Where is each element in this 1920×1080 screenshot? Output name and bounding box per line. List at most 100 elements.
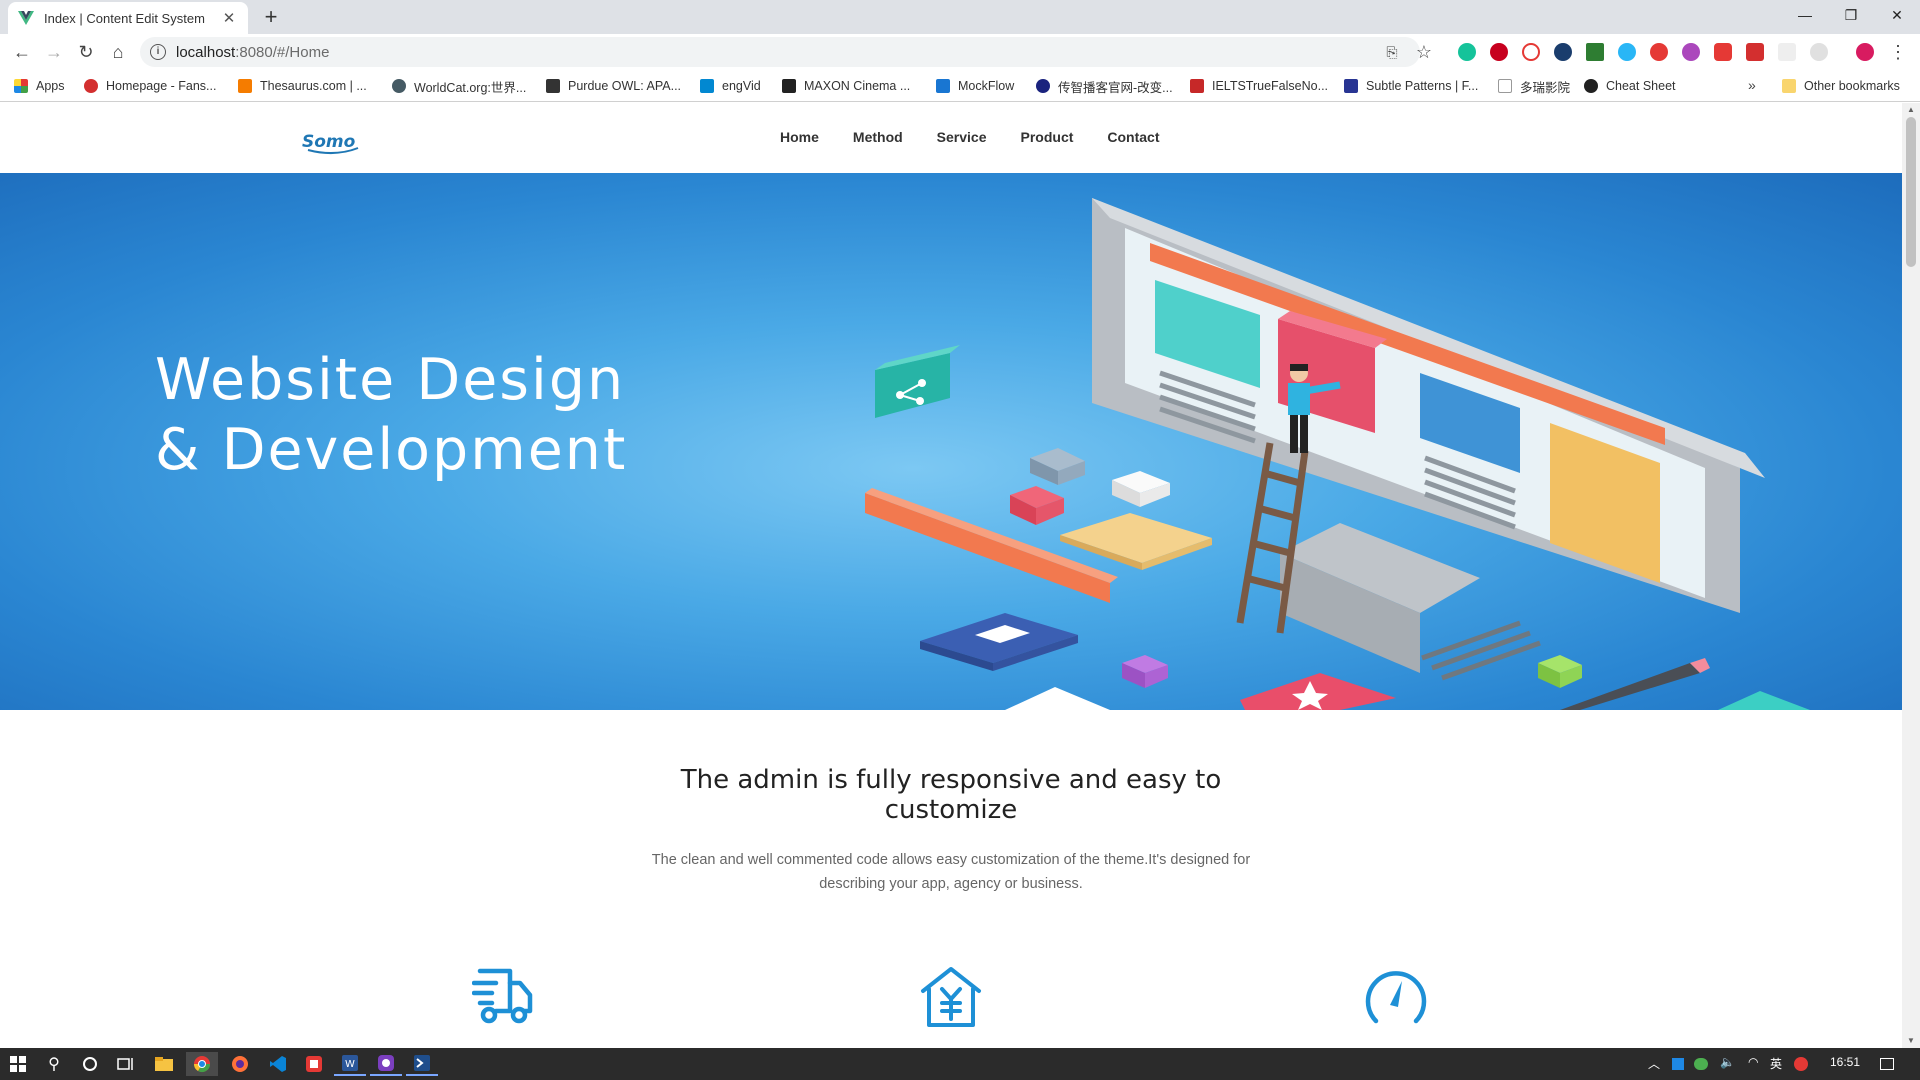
browser-toolbar: ← → ↻ ⌂ i localhost:8080/#/Home ⎘ ☆ ⋮ — [0, 34, 1920, 70]
bookmarks-bar: Apps Homepage - Fans... Thesaurus.com | … — [0, 70, 1920, 102]
window-minimize-button[interactable]: — — [1782, 0, 1828, 30]
browser-menu-icon[interactable]: ⋮ — [1884, 38, 1912, 66]
nav-contact[interactable]: Contact — [1107, 125, 1159, 149]
bookmark-favicon — [1584, 79, 1598, 93]
recorder-extension-icon[interactable] — [1522, 43, 1540, 61]
site-info-icon[interactable]: i — [150, 44, 166, 60]
site-header: Somo Home Method Service Product Contact — [0, 103, 1902, 173]
home-icon[interactable]: ⌂ — [104, 38, 132, 66]
shield-extension-icon[interactable] — [1650, 43, 1668, 61]
bookmark-item[interactable]: Purdue OWL: APA... — [546, 77, 681, 95]
yuan-house-icon — [921, 967, 981, 1027]
bluetooth-tray-icon[interactable] — [1672, 1058, 1684, 1070]
bookmark-item[interactable]: MAXON Cinema ... — [782, 77, 910, 95]
bookmark-favicon — [1190, 79, 1204, 93]
bookmark-item[interactable]: Homepage - Fans... — [84, 77, 216, 95]
bookmark-item[interactable]: Subtle Patterns | F... — [1344, 77, 1478, 95]
tab-close-icon[interactable]: ✕ — [220, 9, 238, 27]
bookmark-item[interactable]: MockFlow — [936, 77, 1014, 95]
profile-avatar[interactable] — [1856, 43, 1874, 61]
ruler — [865, 493, 1110, 603]
speedometer-icon — [1365, 971, 1427, 1024]
clock[interactable]: 16:51 — [1830, 1055, 1860, 1069]
nav-home[interactable]: Home — [780, 125, 819, 149]
purple-extension-icon[interactable] — [1682, 43, 1700, 61]
notifications-icon[interactable] — [1880, 1058, 1894, 1070]
windows-start-icon[interactable] — [2, 1052, 34, 1076]
folder-icon — [1782, 79, 1796, 93]
powershell-taskbar-icon[interactable] — [406, 1052, 438, 1076]
task-view-icon[interactable] — [110, 1052, 142, 1076]
forward-icon[interactable]: → — [40, 38, 68, 66]
main-nav: Home Method Service Product Contact — [780, 125, 1194, 149]
cortana-icon[interactable] — [74, 1052, 106, 1076]
new-tab-button[interactable]: + — [258, 4, 284, 30]
back-icon[interactable]: ← — [8, 38, 36, 66]
cloud-extension-icon[interactable] — [1618, 43, 1636, 61]
url-text: localhost:8080/#/Home — [176, 43, 330, 61]
bookmark-favicon — [84, 79, 98, 93]
bookmark-item[interactable]: Cheat Sheet — [1584, 77, 1676, 95]
scroll-down-icon[interactable]: ▼ — [1902, 1034, 1920, 1048]
bookmark-favicon — [392, 79, 406, 93]
bookmark-favicon — [936, 79, 950, 93]
bookmark-item[interactable]: 传智播客官网-改变... — [1036, 77, 1173, 95]
site-logo[interactable]: Somo — [300, 123, 370, 157]
window-restore-button[interactable]: ❐ — [1828, 0, 1874, 30]
page-viewport: Somo Home Method Service Product Contact… — [0, 103, 1902, 1048]
bookmark-item[interactable]: WorldCat.org:世界... — [392, 77, 526, 95]
gray-extension-icon[interactable] — [1810, 43, 1828, 61]
word-taskbar-icon[interactable]: W — [334, 1052, 366, 1076]
browser-tab[interactable]: Index | Content Edit System ✕ — [8, 2, 248, 34]
nav-service[interactable]: Service — [937, 125, 987, 149]
other-bookmarks[interactable]: Other bookmarks — [1782, 77, 1900, 95]
windows-taskbar: ⚲ W ︿ 🔈 ◠ 英 16:51 — [0, 1048, 1920, 1080]
nav-method[interactable]: Method — [853, 125, 903, 149]
intro-text: The clean and well commented code allows… — [651, 852, 1251, 892]
tab-title: Index | Content Edit System — [44, 10, 205, 26]
purple-app-taskbar-icon[interactable] — [370, 1052, 402, 1076]
apps-grid-icon — [14, 79, 28, 93]
address-bar[interactable]: i localhost:8080/#/Home — [140, 37, 1420, 67]
vscode-taskbar-icon[interactable] — [262, 1052, 294, 1076]
floating-cube-teal — [875, 345, 960, 418]
grammarly-extension-icon[interactable] — [1458, 43, 1476, 61]
translate-icon[interactable]: ⎘ — [1378, 38, 1406, 66]
delivery-truck-icon — [472, 968, 533, 1024]
blank-extension-icon[interactable] — [1778, 43, 1796, 61]
nav-product[interactable]: Product — [1021, 125, 1074, 149]
window-close-button[interactable]: ✕ — [1874, 0, 1920, 30]
red-app-taskbar-icon[interactable] — [298, 1052, 330, 1076]
file-explorer-icon[interactable] — [148, 1052, 180, 1076]
bookmark-item[interactable]: Apps — [14, 77, 65, 95]
chrome-taskbar-icon[interactable] — [186, 1052, 218, 1076]
bookmark-favicon — [1344, 79, 1358, 93]
firefox-taskbar-icon[interactable] — [224, 1052, 256, 1076]
search-icon[interactable]: ⚲ — [38, 1052, 70, 1076]
adblock-extension-icon[interactable] — [1490, 43, 1508, 61]
hero-banner: Website Design & Development — [0, 173, 1902, 710]
scrollbar-thumb[interactable] — [1906, 117, 1916, 267]
scroll-up-icon[interactable]: ▲ — [1902, 103, 1920, 117]
pocket-extension-icon[interactable] — [1746, 43, 1764, 61]
reload-icon[interactable]: ↻ — [72, 38, 100, 66]
vue-devtools-extension-icon[interactable] — [1586, 43, 1604, 61]
vpn-extension-icon[interactable] — [1554, 43, 1572, 61]
bookmarks-overflow-icon[interactable]: » — [1748, 77, 1756, 93]
red-extension-icon[interactable] — [1714, 43, 1732, 61]
volume-tray-icon[interactable]: 🔈 — [1720, 1055, 1735, 1069]
network-tray-icon[interactable]: ◠ — [1748, 1055, 1758, 1069]
ime-indicator[interactable]: 英 — [1770, 1055, 1782, 1072]
bookmark-item[interactable]: 多瑞影院 — [1498, 77, 1570, 95]
bookmark-star-icon[interactable]: ☆ — [1410, 38, 1438, 66]
page-scrollbar[interactable]: ▲ ▼ — [1902, 103, 1920, 1048]
svg-text:W: W — [345, 1059, 355, 1070]
svg-text:Somo: Somo — [302, 132, 356, 152]
bookmark-item[interactable]: IELTSTrueFalseNo... — [1190, 77, 1328, 95]
bookmark-item[interactable]: Thesaurus.com | ... — [238, 77, 367, 95]
bookmark-item[interactable]: engVid — [700, 77, 761, 95]
sogou-tray-icon[interactable] — [1794, 1057, 1808, 1071]
wechat-tray-icon[interactable] — [1694, 1058, 1708, 1070]
page-icon — [1498, 79, 1512, 93]
tray-overflow-icon[interactable]: ︿ — [1648, 1055, 1660, 1072]
